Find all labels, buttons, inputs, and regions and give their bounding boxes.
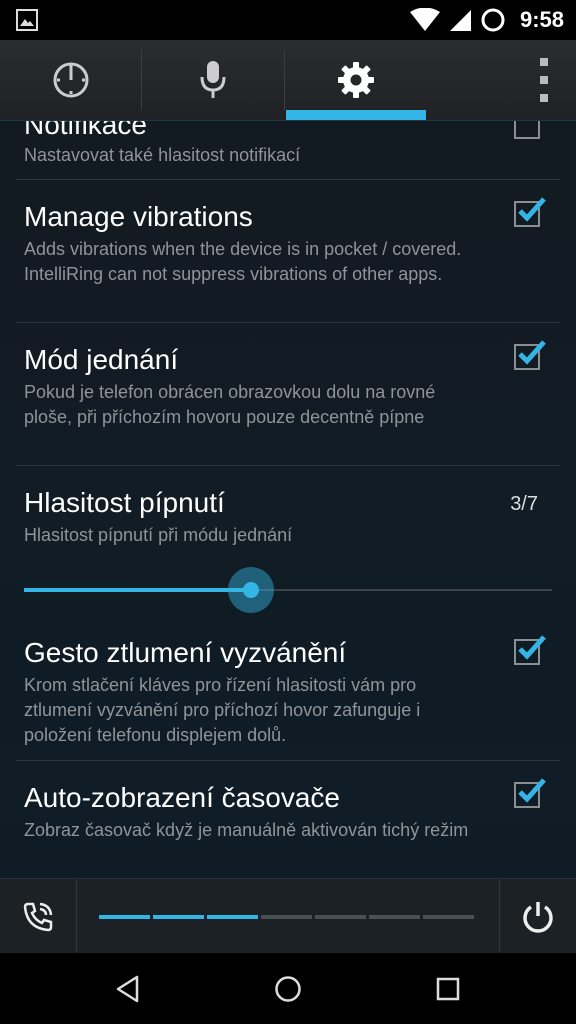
pref-title: Hlasitost pípnutí <box>24 487 225 518</box>
pref-manage-vibrations[interactable]: Manage vibrations Adds vibrations when t… <box>16 179 560 323</box>
checkbox[interactable] <box>514 121 540 139</box>
bottom-control-bar <box>0 878 576 954</box>
pref-summary: Hlasitost pípnutí při módu jednání <box>24 525 293 545</box>
overflow-menu-button[interactable] <box>536 58 552 102</box>
back-icon <box>116 975 139 1002</box>
action-bar <box>0 40 576 121</box>
checkmark-icon <box>518 197 546 222</box>
timer-icon <box>53 62 89 98</box>
level-segment <box>315 915 366 919</box>
overflow-dot-icon <box>540 94 548 102</box>
power-icon <box>523 901 553 933</box>
pref-title: Gesto ztlumení vyzvánění <box>24 637 347 668</box>
microphone-icon <box>200 61 226 98</box>
checkbox-checked[interactable] <box>514 778 546 808</box>
pref-summary: Krom stlačení kláves pro řízení hlasitos… <box>24 675 421 745</box>
checkmark-icon <box>518 778 546 803</box>
pref-mute-gesture[interactable]: Gesto ztlumení vyzvánění Krom stlačení k… <box>16 615 560 761</box>
call-button[interactable] <box>0 879 77 954</box>
checkbox-checked[interactable] <box>514 340 546 370</box>
image-notification-icon <box>16 9 38 31</box>
overflow-dot-icon <box>540 76 548 84</box>
tab-timer[interactable] <box>0 40 142 120</box>
overflow-dot-icon <box>540 58 548 66</box>
pref-summary: Pokud je telefon obrácen obrazovkou dolu… <box>24 382 436 427</box>
home-icon <box>275 975 301 1002</box>
checkbox-checked[interactable] <box>514 197 546 227</box>
home-button[interactable] <box>240 953 336 1024</box>
pref-summary: Zobraz časovač když je manuálně aktivová… <box>24 820 469 840</box>
pref-title: Manage vibrations <box>24 201 253 232</box>
pref-beep-volume[interactable]: Hlasitost pípnutí Hlasitost pípnutí při … <box>16 465 560 615</box>
pref-title: Mód jednání <box>24 344 179 375</box>
level-segment <box>369 915 420 919</box>
navigation-bar <box>0 953 576 1024</box>
wifi-icon <box>409 8 440 31</box>
slider-fill <box>24 588 252 592</box>
checkbox-checked[interactable] <box>514 635 546 665</box>
recent-apps-icon <box>436 977 460 1000</box>
pref-title: Auto-zobrazení časovače <box>24 782 340 813</box>
checkmark-icon <box>518 635 546 660</box>
level-segment <box>207 915 258 919</box>
pref-summary: Nastavovat také hlasitost notifikací <box>24 145 301 165</box>
pref-value: 3/7 <box>510 493 538 515</box>
level-indicator <box>99 915 474 919</box>
level-segment <box>153 915 204 919</box>
cell-signal-icon <box>449 10 471 31</box>
power-button[interactable] <box>499 879 576 954</box>
pref-auto-show-timer[interactable]: Auto-zobrazení časovače Zobraz časovač k… <box>16 760 560 878</box>
clock: 9:58 <box>519 7 564 32</box>
phone-ring-icon <box>23 902 53 931</box>
battery-circle-icon <box>481 8 505 32</box>
checkmark-icon <box>518 340 546 365</box>
tab-microphone[interactable] <box>142 40 284 120</box>
level-segment <box>99 915 150 919</box>
pref-title: Notifikace <box>24 121 147 140</box>
slider-thumb[interactable] <box>243 582 260 598</box>
level-segment <box>261 915 312 919</box>
back-button[interactable] <box>80 953 176 1024</box>
pref-meeting-mode[interactable]: Mód jednání Pokud je telefon obrácen obr… <box>16 322 560 466</box>
recent-apps-button[interactable] <box>400 953 496 1024</box>
status-bar: 9:58 <box>0 0 576 40</box>
tab-divider <box>284 50 285 110</box>
gear-icon <box>338 62 374 98</box>
settings-list[interactable]: Notifikace Nastavovat také hlasitost not… <box>0 121 576 878</box>
pref-summary: Adds vibrations when the device is in po… <box>24 239 462 284</box>
selected-tab-indicator <box>286 110 426 120</box>
tab-settings[interactable] <box>286 40 426 120</box>
level-segment <box>423 915 474 919</box>
pref-notifications[interactable]: Notifikace Nastavovat také hlasitost not… <box>16 121 560 180</box>
